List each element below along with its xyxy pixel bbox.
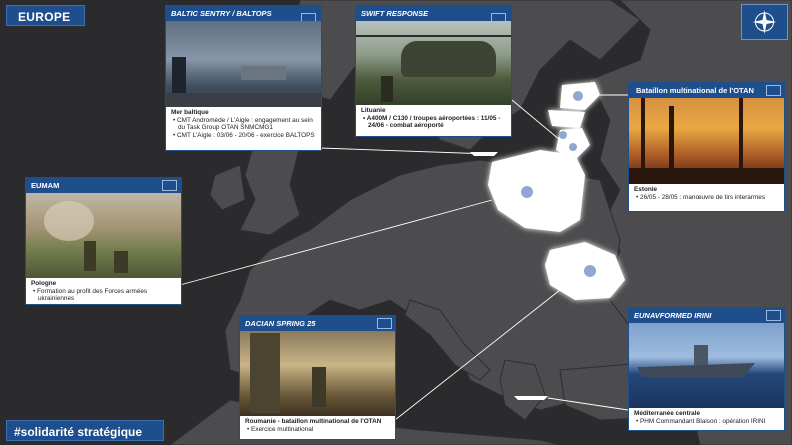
- card-location: Pologne: [31, 280, 57, 287]
- hashtag-label: #solidarité stratégique: [6, 420, 164, 441]
- photo-soldiers-smoke: [26, 193, 181, 278]
- card-title: EUNAVFORMED IRINI: [629, 308, 784, 323]
- card-estonia-battalion[interactable]: Bataillon multinational de l'OTAN Estoni…: [628, 82, 785, 212]
- card-detail: 26/05 - 28/05 : manœuvre de tirs interar…: [634, 194, 780, 202]
- latvia-emblem-icon: [559, 131, 567, 139]
- card-location: Lituanie: [361, 107, 386, 114]
- card-title: BALTIC SENTRY / BALTOPS: [166, 6, 321, 21]
- connector-baltic: [319, 147, 491, 155]
- romania-emblem-icon: [584, 265, 596, 277]
- card-location: Roumanie - bataillon multinational de l'…: [245, 418, 382, 425]
- photo-sunset-forest: [629, 98, 784, 184]
- latvia-highlight: [548, 110, 585, 128]
- nato-compass-icon: [741, 4, 788, 40]
- card-detail: Exercice multinational: [245, 426, 391, 434]
- nato-flag-icon: [377, 318, 392, 329]
- card-detail: Formation au profit des Forces armées uk…: [31, 288, 177, 303]
- nato-flag-icon: [766, 85, 781, 96]
- card-detail: PHM Commandant Blaison : opération IRINI: [634, 418, 780, 426]
- mediterranean-ship-icon: [514, 396, 548, 400]
- card-location: Méditerranée centrale: [634, 410, 701, 417]
- region-title: EUROPE: [6, 5, 85, 26]
- lithuania-emblem-icon: [569, 143, 577, 151]
- poland-emblem-icon: [521, 186, 533, 198]
- card-swift-response[interactable]: SWIFT RESPONSE Lituanie A400M / C130 / t…: [355, 5, 512, 137]
- card-irini[interactable]: EUNAVFORMED IRINI Méditerranée centrale …: [628, 307, 785, 431]
- card-title: SWIFT RESPONSE: [356, 6, 511, 21]
- photo-frigate-sea: [629, 323, 784, 408]
- estonia-emblem-icon: [573, 91, 583, 101]
- card-baltic-sentry[interactable]: BALTIC SENTRY / BALTOPS Mer baltique CMT…: [165, 5, 322, 151]
- card-title: Bataillon multinational de l'OTAN: [629, 83, 784, 98]
- card-title: EUMAM: [26, 178, 181, 193]
- card-location: Mer baltique: [171, 109, 209, 116]
- photo-dacian-soldiers: [240, 331, 395, 416]
- card-location: Estonie: [634, 186, 658, 193]
- card-detail: A400M / C130 / troupes aéroportées : 11/…: [361, 115, 507, 130]
- ireland-land: [209, 164, 246, 211]
- eu-flag-icon: [162, 180, 177, 191]
- card-dacian-spring[interactable]: DACIAN SPRING 25 Roumanie - bataillon mu…: [239, 315, 396, 440]
- photo-helicopter: [356, 21, 511, 105]
- photo-warship-deck: [166, 21, 321, 107]
- card-title: DACIAN SPRING 25: [240, 316, 395, 331]
- card-detail: CMT Andromède / L'Aigle : engagement au …: [171, 117, 317, 132]
- card-eumam[interactable]: EUMAM Pologne Formation au profit des Fo…: [25, 177, 182, 305]
- eu-flag-icon: [766, 310, 781, 321]
- card-detail: CMT L'Aigle : 03/06 - 20/06 - exercice B…: [171, 132, 317, 140]
